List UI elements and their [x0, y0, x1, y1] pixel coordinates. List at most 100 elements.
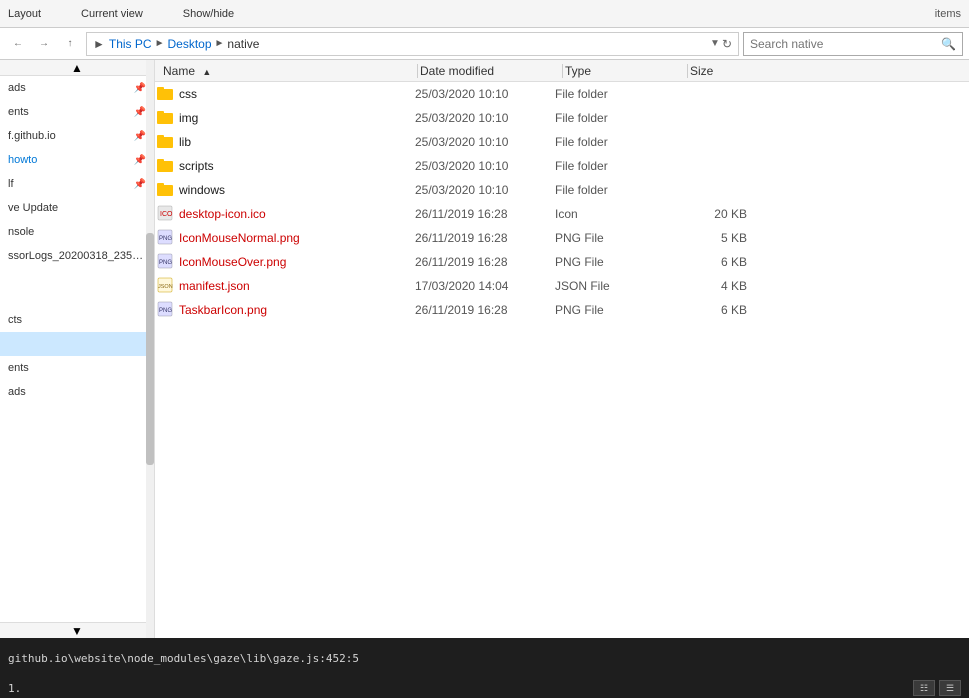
back-button[interactable]: ←: [6, 32, 30, 56]
file-type-lib: File folder: [555, 135, 675, 149]
sidebar-item-5[interactable]: ve Update: [0, 196, 154, 220]
sidebar-item-label-11: ents: [8, 362, 146, 374]
file-row-desktop-icon[interactable]: ICO desktop-icon.ico 26/11/2019 16:28 Ic…: [155, 202, 969, 226]
file-row-taskbar-icon[interactable]: PNG TaskbarIcon.png 26/11/2019 16:28 PNG…: [155, 298, 969, 322]
sidebar-scroll-up[interactable]: ▲: [0, 60, 154, 76]
breadcrumb-bar: ► This PC ► Desktop ► native ▼ ↻: [86, 32, 739, 56]
file-row-manifest[interactable]: JSON manifest.json 17/03/2020 14:04 JSON…: [155, 274, 969, 298]
file-name-taskbar-icon: TaskbarIcon.png: [175, 303, 415, 317]
sidebar-item-label-2: f.github.io: [8, 130, 134, 142]
file-row-icon-mouse-normal[interactable]: PNG IconMouseNormal.png 26/11/2019 16:28…: [155, 226, 969, 250]
sidebar-item-9[interactable]: cts: [0, 308, 154, 332]
svg-text:PNG: PNG: [159, 260, 172, 266]
file-row-windows[interactable]: windows 25/03/2020 10:10 File folder: [155, 178, 969, 202]
file-type-icon-mouse-normal: PNG File: [555, 231, 675, 245]
folder-icon-lib: [155, 134, 175, 151]
file-size-desktop-icon: 20 KB: [675, 207, 755, 221]
sidebar-item-8: [0, 268, 154, 308]
address-bar: ← → ↑ ► This PC ► Desktop ► native ▼ ↻ 🔍: [0, 28, 969, 60]
svg-text:JSON: JSON: [158, 284, 173, 290]
sidebar-item-label-9: cts: [8, 314, 146, 326]
pin-icon-1: 📌: [134, 107, 146, 118]
file-list-header: Name ▲ Date modified Type Size: [155, 60, 969, 82]
file-date-windows: 25/03/2020 10:10: [415, 183, 555, 197]
sidebar-scrollbar[interactable]: [146, 60, 154, 638]
pin-icon-0: 📌: [134, 83, 146, 94]
up-button[interactable]: ↑: [58, 32, 82, 56]
file-type-taskbar-icon: PNG File: [555, 303, 675, 317]
file-row-lib[interactable]: lib 25/03/2020 10:10 File folder: [155, 130, 969, 154]
sidebar-item-6[interactable]: nsole: [0, 220, 154, 244]
sidebar-item-label-0: ads: [8, 82, 134, 94]
svg-text:ICO: ICO: [160, 211, 173, 218]
search-input[interactable]: [750, 37, 941, 51]
sidebar-item-12[interactable]: ads: [0, 380, 154, 404]
file-size-icon-mouse-over: 6 KB: [675, 255, 755, 269]
refresh-button[interactable]: ↻: [722, 37, 732, 51]
status-path: github.io\website\node_modules\gaze\lib\…: [8, 652, 359, 665]
col-header-name[interactable]: Name ▲: [155, 64, 415, 78]
sidebar-item-2[interactable]: f.github.io 📌: [0, 124, 154, 148]
file-row-icon-mouse-over[interactable]: PNG IconMouseOver.png 26/11/2019 16:28 P…: [155, 250, 969, 274]
nav-buttons: ← → ↑: [6, 32, 82, 56]
file-date-manifest: 17/03/2020 14:04: [415, 279, 555, 293]
file-name-css: css: [175, 87, 415, 101]
sidebar-item-label-4: lf: [8, 178, 134, 190]
sidebar-item-7[interactable]: ssorLogs_20200318_235037: [0, 244, 154, 268]
folder-icon-windows: [155, 182, 175, 199]
file-date-icon-mouse-normal: 26/11/2019 16:28: [415, 231, 555, 245]
file-date-lib: 25/03/2020 10:10: [415, 135, 555, 149]
sidebar-scroll-down[interactable]: ▼: [0, 622, 154, 638]
sidebar-item-1[interactable]: ents 📌: [0, 100, 154, 124]
file-date-img: 25/03/2020 10:10: [415, 111, 555, 125]
file-type-icon-mouse-over: PNG File: [555, 255, 675, 269]
file-size-icon-mouse-normal: 5 KB: [675, 231, 755, 245]
search-box: 🔍: [743, 32, 963, 56]
breadcrumb-sep-2: ►: [215, 38, 225, 49]
forward-button[interactable]: →: [32, 32, 56, 56]
sidebar-scrollbar-thumb[interactable]: [146, 233, 154, 464]
file-name-icon-mouse-over: IconMouseOver.png: [175, 255, 415, 269]
file-row-scripts[interactable]: scripts 25/03/2020 10:10 File folder: [155, 154, 969, 178]
png-file-icon-1: PNG: [155, 229, 175, 248]
col-header-size[interactable]: Size: [690, 64, 770, 78]
breadcrumb-dropdown-btn[interactable]: ▼: [710, 37, 720, 51]
sidebar-item-4[interactable]: lf 📌: [0, 172, 154, 196]
svg-text:PNG: PNG: [159, 308, 172, 314]
breadcrumb-this-pc[interactable]: This PC: [109, 37, 152, 51]
folder-icon-img: [155, 110, 175, 127]
file-row-img[interactable]: img 25/03/2020 10:10 File folder: [155, 106, 969, 130]
file-date-css: 25/03/2020 10:10: [415, 87, 555, 101]
file-type-css: File folder: [555, 87, 675, 101]
search-icon[interactable]: 🔍: [941, 37, 956, 51]
col-divider-2: [562, 64, 563, 78]
main-area: ▲ ads 📌 ents 📌 f.github.io 📌 howto 📌 lf …: [0, 60, 969, 638]
col-divider-3: [687, 64, 688, 78]
col-header-type[interactable]: Type: [565, 64, 685, 78]
file-name-scripts: scripts: [175, 159, 415, 173]
file-date-scripts: 25/03/2020 10:10: [415, 159, 555, 173]
status-bar-line: 1. ☷ ☰: [0, 678, 969, 698]
sidebar-item-11[interactable]: ents: [0, 356, 154, 380]
sidebar-item-label-5: ve Update: [8, 202, 146, 214]
sidebar-item-10[interactable]: [0, 332, 154, 356]
file-row-css[interactable]: css 25/03/2020 10:10 File folder: [155, 82, 969, 106]
col-header-date[interactable]: Date modified: [420, 64, 560, 78]
file-size-taskbar-icon: 6 KB: [675, 303, 755, 317]
file-name-icon-mouse-normal: IconMouseNormal.png: [175, 231, 415, 245]
ribbon-show-hide: Show/hide: [183, 8, 234, 20]
pin-icon-3: 📌: [134, 155, 146, 166]
file-name-manifest: manifest.json: [175, 279, 415, 293]
status-bar: github.io\website\node_modules\gaze\lib\…: [0, 638, 969, 678]
sidebar-item-label-1: ents: [8, 106, 134, 118]
sidebar-item-0[interactable]: ads 📌: [0, 76, 154, 100]
col-divider-1: [417, 64, 418, 78]
file-type-img: File folder: [555, 111, 675, 125]
sidebar-item-label-6: nsole: [8, 226, 146, 238]
sidebar-item-3[interactable]: howto 📌: [0, 148, 154, 172]
list-view-button[interactable]: ☰: [939, 680, 961, 696]
grid-view-button[interactable]: ☷: [913, 680, 935, 696]
ribbon: Layout Current view Show/hide items: [0, 0, 969, 28]
svg-text:PNG: PNG: [159, 236, 172, 242]
breadcrumb-desktop[interactable]: Desktop: [167, 37, 211, 51]
